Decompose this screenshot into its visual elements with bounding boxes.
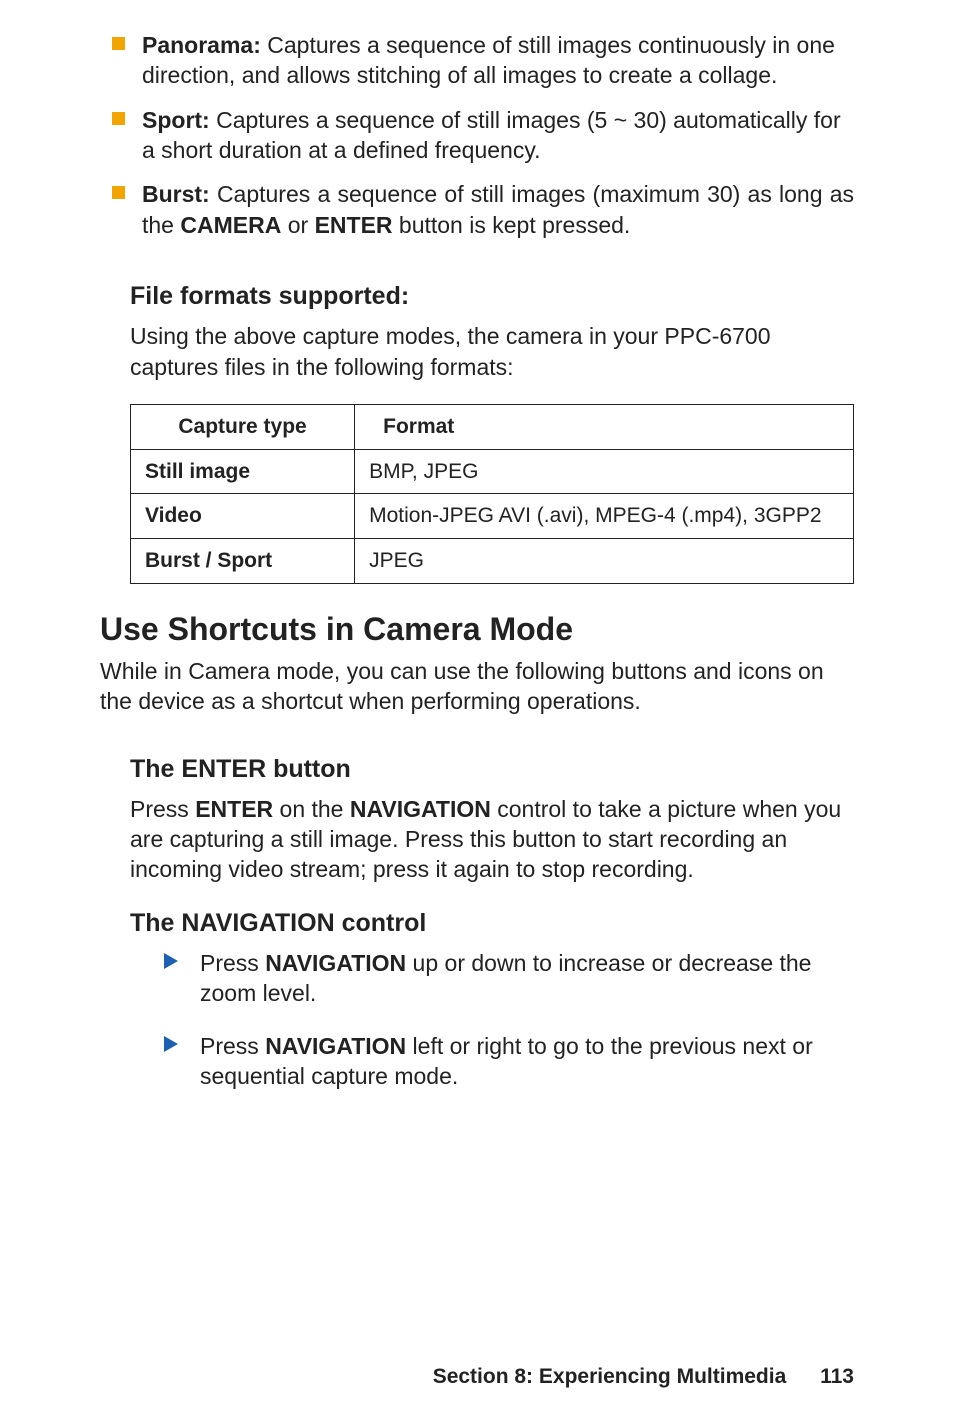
keyword-enter: ENTER [315,212,393,238]
keyword-enter: ENTER [195,796,273,822]
list-item: Press NAVIGATION left or right to go to … [164,1031,854,1092]
square-bullet-icon [112,186,125,199]
triangle-bullet-icon [164,953,178,969]
file-formats-section: File formats supported: Using the above … [130,280,854,584]
cell-key: Burst / Sport [131,539,355,584]
text-pre: Press [130,796,195,822]
table-row: Burst / Sport JPEG [131,539,854,584]
enter-button-section: The ENTER button Press ENTER on the NAVI… [130,753,854,885]
bullet-text: Captures a sequence of still images (5 ~… [142,107,841,163]
text-pre: Press [200,950,265,976]
keyword-camera: CAMERA [180,212,281,238]
keyword-navigation: NAVIGATION [265,950,406,976]
table-row: Still image BMP, JPEG [131,449,854,494]
triangle-bullet-icon [164,1036,178,1052]
capture-mode-list: Panorama: Captures a sequence of still i… [100,30,854,240]
bullet-text-post: button is kept pressed. [393,212,631,238]
page: Panorama: Captures a sequence of still i… [0,0,954,1427]
table-head-row: Capture type Format [131,404,854,449]
bullet-title: Panorama: [142,32,261,58]
file-formats-heading: File formats supported: [130,280,854,313]
footer-section: Section 8: Experiencing Multimedia [433,1365,787,1388]
cell-value: JPEG [355,539,854,584]
bullet-title: Sport: [142,107,210,133]
list-item: Panorama: Captures a sequence of still i… [100,30,854,91]
list-item: Burst: Captures a sequence of still imag… [100,179,854,240]
text-mid: on the [273,796,350,822]
nav-list: Press NAVIGATION up or down to increase … [164,948,854,1091]
bullet-title: Burst: [142,181,210,207]
file-formats-intro: Using the above capture modes, the camer… [130,321,854,382]
cell-key: Still image [131,449,355,494]
shortcuts-heading: Use Shortcuts in Camera Mode [100,608,854,650]
cell-value: BMP, JPEG [355,449,854,494]
page-footer: Section 8: Experiencing Multimedia 113 [433,1363,854,1391]
text-pre: Press [200,1033,265,1059]
square-bullet-icon [112,37,125,50]
cell-key: Video [131,494,355,539]
col-capture-type: Capture type [131,404,355,449]
keyword-navigation: NAVIGATION [350,796,491,822]
shortcuts-intro: While in Camera mode, you can use the fo… [100,656,854,717]
list-item: Press NAVIGATION up or down to increase … [164,948,854,1009]
navigation-control-section: The NAVIGATION control Press NAVIGATION … [130,907,854,1091]
list-item: Sport: Captures a sequence of still imag… [100,105,854,166]
formats-table: Capture type Format Still image BMP, JPE… [130,404,854,584]
square-bullet-icon [112,112,125,125]
bullet-text-mid: or [281,212,314,238]
cell-value: Motion-JPEG AVI (.avi), MPEG-4 (.mp4), 3… [355,494,854,539]
enter-heading: The ENTER button [130,753,854,786]
footer-page-number: 113 [820,1363,854,1391]
keyword-navigation: NAVIGATION [265,1033,406,1059]
nav-heading: The NAVIGATION control [130,907,854,940]
enter-paragraph: Press ENTER on the NAVIGATION control to… [130,794,854,885]
col-format: Format [355,404,854,449]
table-row: Video Motion-JPEG AVI (.avi), MPEG-4 (.m… [131,494,854,539]
